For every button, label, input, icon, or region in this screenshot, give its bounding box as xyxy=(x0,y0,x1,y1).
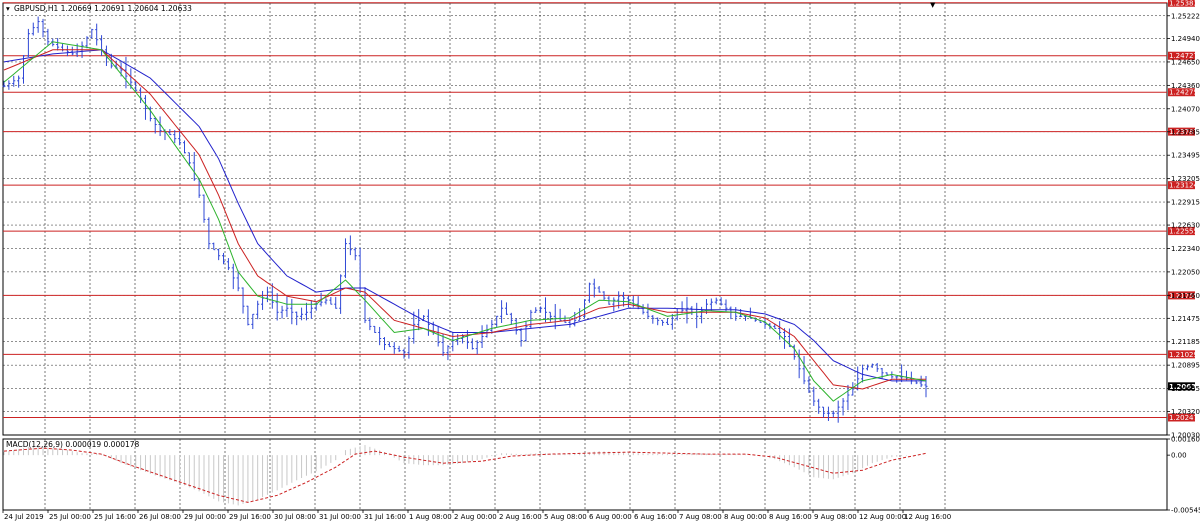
y-tick-label: 1.23785 xyxy=(1171,128,1200,136)
x-tick-label: 2 Aug 00:00 xyxy=(454,513,497,521)
y-tick-label: 1.22915 xyxy=(1171,199,1200,207)
x-tick-label: 29 Jul 16:00 xyxy=(229,513,271,521)
y-tick-label: 1.22340 xyxy=(1171,245,1200,253)
x-tick-label: 12 Aug 16:00 xyxy=(904,513,951,521)
x-tick-label: 9 Aug 08:00 xyxy=(814,513,857,521)
x-tick-label: 25 Jul 16:00 xyxy=(94,513,136,521)
macd-y-tick-label: 0.00 xyxy=(1171,452,1187,460)
level-label: 1.24275 xyxy=(1169,89,1198,97)
x-tick-label: 25 Jul 00:00 xyxy=(49,513,91,521)
x-tick-label: 24 Jul 2019 xyxy=(4,513,44,521)
scroll-marker-icon[interactable]: ▼ xyxy=(930,1,936,9)
chart-window[interactable]: 1.25383 1.24727 1.24275 1.23787 1.23124 1.225… xyxy=(0,0,1200,523)
main-header-group: ▾ GBPUSD,H1 1.20669 1.20691 1.20604 1.20… xyxy=(6,4,192,13)
x-tick-label: 26 Jul 08:00 xyxy=(139,513,181,521)
y-tick-label: 1.21475 xyxy=(1171,315,1200,323)
main-header: GBPUSD,H1 1.20669 1.20691 1.20604 1.2063… xyxy=(14,4,192,13)
x-tick-label: 12 Aug 00:00 xyxy=(859,513,906,521)
y-tick-label: 1.24650 xyxy=(1171,58,1200,66)
y-tick-label: 1.21760 xyxy=(1171,292,1200,300)
y-tick-label: 1.20605 xyxy=(1171,385,1200,393)
x-tick-label: 8 Aug 16:00 xyxy=(769,513,812,521)
y-tick-label: 1.20895 xyxy=(1171,362,1200,370)
macd-y-tick-label: -0.005458 xyxy=(1171,507,1200,515)
y-tick-label: 1.23205 xyxy=(1171,175,1200,183)
macd-y-tick-label: 0.001606 xyxy=(1171,436,1200,444)
x-tick-label: 8 Aug 00:00 xyxy=(724,513,767,521)
x-tick-label: 2 Aug 16:00 xyxy=(499,513,542,521)
x-tick-label: 31 Jul 00:00 xyxy=(319,513,361,521)
x-tick-label: 1 Aug 08:00 xyxy=(409,513,452,521)
chart-svg[interactable]: 1.253831.247271.242751.237871.231241.225… xyxy=(0,0,1200,523)
y-tick-label: 1.24070 xyxy=(1171,105,1200,113)
y-tick-label: 1.20320 xyxy=(1171,408,1200,416)
price-axis: 1.25222 1.24940 1.24650 1.24360 1.24070 1.237… xyxy=(1167,12,1200,515)
y-tick-label: 1.24360 xyxy=(1171,82,1200,90)
y-tick-label: 1.21185 xyxy=(1171,338,1200,346)
level-label: 1.21029 xyxy=(1169,351,1198,359)
y-tick-label: 1.23495 xyxy=(1171,152,1200,160)
y-tick-label: 1.22050 xyxy=(1171,268,1200,276)
x-tick-label: 5 Aug 08:00 xyxy=(544,513,587,521)
chevron-down-icon[interactable]: ▾ xyxy=(6,4,10,13)
x-tick-label: 6 Aug 00:00 xyxy=(589,513,632,521)
x-tick-label: 30 Jul 08:00 xyxy=(274,513,316,521)
macd-header: MACD(12,26,9) 0.000019 0.000178 xyxy=(6,440,140,449)
x-tick-label: 31 Jul 16:00 xyxy=(364,513,406,521)
x-tick-label: 7 Aug 08:00 xyxy=(679,513,722,521)
x-tick-label: 29 Jul 00:00 xyxy=(184,513,226,521)
y-tick-label: 1.25222 xyxy=(1171,12,1200,20)
time-axis: 24 Jul 2019 25 Jul 00:00 25 Jul 16:00 26 Ju… xyxy=(2,510,951,521)
level-label: 1.25383 xyxy=(1169,0,1198,7)
y-tick-label: 1.22630 xyxy=(1171,222,1200,230)
y-tick-label: 1.24940 xyxy=(1171,35,1200,43)
x-tick-label: 6 Aug 16:00 xyxy=(634,513,677,521)
